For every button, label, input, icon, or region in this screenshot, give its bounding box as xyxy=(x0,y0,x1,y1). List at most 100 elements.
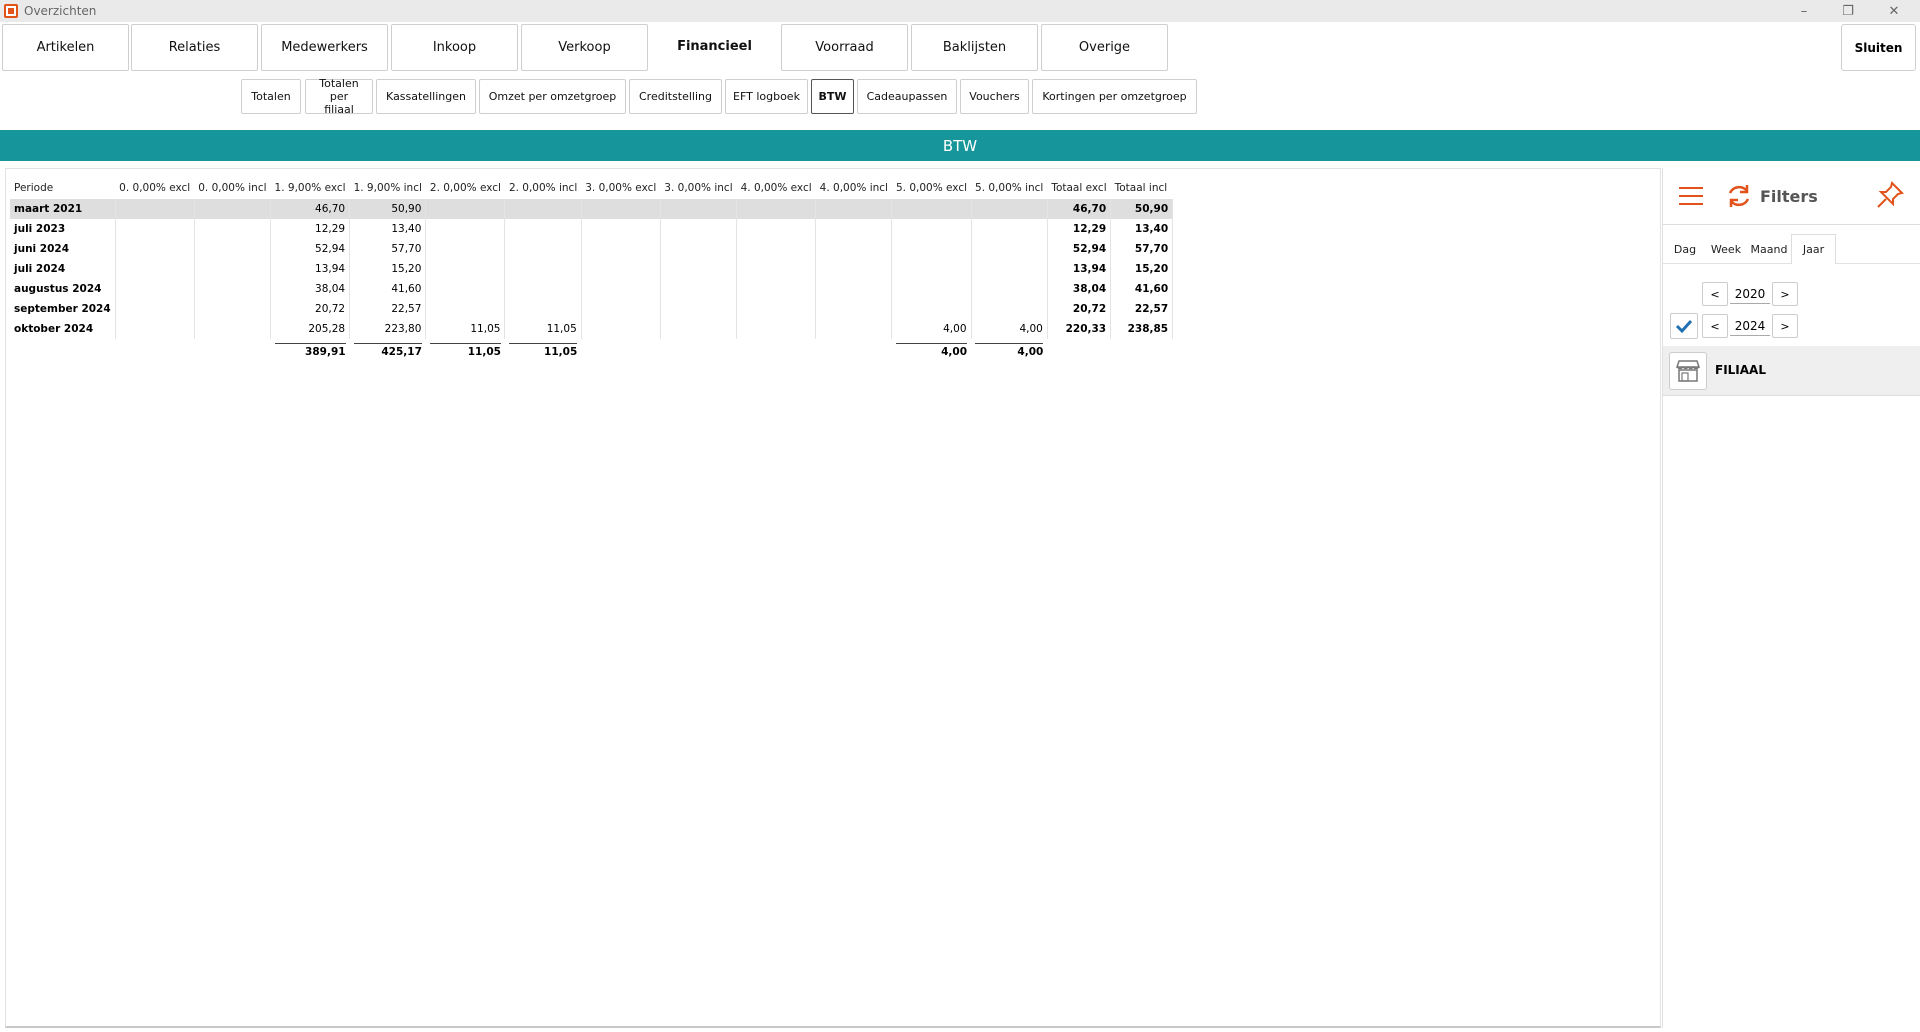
table-row[interactable]: juli 2023 12,29 13,40 12,29 13,40 xyxy=(10,219,1174,239)
column-header[interactable]: 2. 0,00% excl xyxy=(426,177,505,199)
to-year-checkbox[interactable] xyxy=(1670,313,1698,339)
value-cell xyxy=(115,239,195,259)
tab-verkoop[interactable]: Verkoop xyxy=(521,24,648,71)
value-cell xyxy=(971,239,1048,259)
value-cell xyxy=(736,219,817,239)
close-window-icon[interactable]: ✕ xyxy=(1876,0,1912,22)
value-cell xyxy=(660,199,738,219)
table-row[interactable]: oktober 2024 205,28 223,80 11,05 11,05 4,00 4,… xyxy=(10,319,1174,339)
filiaal-filter[interactable]: FILIAAL xyxy=(1663,346,1920,396)
value-cell xyxy=(736,239,817,259)
tab-medewerkers[interactable]: Medewerkers xyxy=(261,24,388,71)
value-cell xyxy=(815,199,893,219)
column-header[interactable]: 5. 0,00% excl xyxy=(892,177,971,199)
value-cell xyxy=(581,299,661,319)
value-cell: 15,20 xyxy=(1110,259,1174,279)
table-row[interactable]: juni 2024 52,94 57,70 52,94 57,70 xyxy=(10,239,1174,259)
column-header[interactable]: 2. 0,00% incl xyxy=(505,177,581,199)
subtab-vouchers[interactable]: Vouchers xyxy=(960,79,1029,114)
tab-overige[interactable]: Overige xyxy=(1041,24,1168,71)
period-cell: maart 2021 xyxy=(10,199,116,219)
column-header[interactable]: Totaal incl xyxy=(1111,177,1173,199)
column-header[interactable]: 3. 0,00% incl xyxy=(660,177,736,199)
column-header[interactable]: 0. 0,00% excl xyxy=(115,177,194,199)
total-cell xyxy=(1047,339,1110,359)
sluiten-button[interactable]: Sluiten xyxy=(1841,24,1916,71)
minimize-icon[interactable]: – xyxy=(1786,0,1822,22)
column-header[interactable]: 1. 9,00% incl xyxy=(350,177,426,199)
column-header[interactable]: 4. 0,00% incl xyxy=(816,177,892,199)
totals-row: 389,91 425,17 11,05 11,05 4,00 4,00 xyxy=(10,339,1173,359)
column-header[interactable]: 1. 9,00% excl xyxy=(271,177,350,199)
value-cell xyxy=(115,199,195,219)
value-cell: 38,04 xyxy=(1047,279,1112,299)
subtab-omzet-per-omzetgroep[interactable]: Omzet per omzetgroep xyxy=(479,79,626,114)
period-tab-jaar[interactable]: Jaar xyxy=(1791,234,1836,264)
value-cell: 38,04 xyxy=(270,279,351,299)
value-cell xyxy=(581,319,661,339)
total-cell xyxy=(194,339,270,359)
refresh-icon[interactable] xyxy=(1725,182,1753,210)
tab-voorraad[interactable]: Voorraad xyxy=(781,24,908,71)
period-tab-maand[interactable]: Maand xyxy=(1749,234,1789,264)
window-title: Overzichten xyxy=(24,4,97,18)
subtab-totalen-per-filiaal[interactable]: Totalen per filiaal xyxy=(305,77,373,116)
column-header[interactable]: 4. 0,00% excl xyxy=(737,177,816,199)
value-cell xyxy=(815,239,893,259)
period-tab-dag[interactable]: Dag xyxy=(1667,234,1703,264)
period-cell: juli 2024 xyxy=(10,259,116,279)
total-value: 11,05 xyxy=(508,343,578,358)
value-cell: 57,70 xyxy=(1110,239,1174,259)
column-header[interactable]: 5. 0,00% incl xyxy=(971,177,1047,199)
from-year-prev-button[interactable]: < xyxy=(1702,282,1728,306)
to-year-next-button[interactable]: > xyxy=(1772,314,1798,338)
value-cell xyxy=(504,239,582,259)
table-row[interactable]: maart 2021 46,70 50,90 46,70 50,90 xyxy=(10,199,1174,219)
column-header[interactable]: Totaal excl xyxy=(1047,177,1110,199)
tab-baklijsten[interactable]: Baklijsten xyxy=(911,24,1038,71)
total-cell xyxy=(1111,339,1173,359)
subtab-btw[interactable]: BTW xyxy=(811,79,854,114)
tab-financieel[interactable]: Financieel xyxy=(651,24,778,71)
subtab-totalen[interactable]: Totalen xyxy=(241,79,301,114)
value-cell: 4,00 xyxy=(891,319,972,339)
value-cell xyxy=(971,219,1048,239)
tab-inkoop[interactable]: Inkoop xyxy=(391,24,518,71)
to-year-value[interactable]: 2024 xyxy=(1730,316,1770,336)
pin-icon[interactable] xyxy=(1875,180,1905,210)
value-cell xyxy=(425,199,506,219)
column-header[interactable]: 0. 0,00% incl xyxy=(194,177,270,199)
subtab-kassatellingen[interactable]: Kassatellingen xyxy=(376,79,476,114)
value-cell: 12,29 xyxy=(1047,219,1112,239)
restore-icon[interactable]: ❐ xyxy=(1830,0,1866,22)
to-year-prev-button[interactable]: < xyxy=(1702,314,1728,338)
subtab-creditstelling[interactable]: Creditstelling xyxy=(629,79,722,114)
from-year-next-button[interactable]: > xyxy=(1772,282,1798,306)
value-cell xyxy=(971,299,1048,319)
column-header[interactable]: 3. 0,00% excl xyxy=(581,177,660,199)
tab-artikelen[interactable]: Artikelen xyxy=(2,24,129,71)
value-cell: 13,94 xyxy=(270,259,351,279)
value-cell xyxy=(815,299,893,319)
subtab-kortingen-per-omzetgroep[interactable]: Kortingen per omzetgroep xyxy=(1032,79,1197,114)
from-year-value[interactable]: 2020 xyxy=(1730,284,1770,304)
title-bar: Overzichten – ❐ ✕ xyxy=(0,0,1920,22)
value-cell xyxy=(194,279,272,299)
table-row[interactable]: juli 2024 13,94 15,20 13,94 15,20 xyxy=(10,259,1174,279)
column-header[interactable]: Periode xyxy=(10,177,115,199)
value-cell xyxy=(504,299,582,319)
period-tab-week[interactable]: Week xyxy=(1705,234,1747,264)
from-year-row: < 2020 > xyxy=(1663,280,1920,308)
period-cell: juni 2024 xyxy=(10,239,116,259)
menu-icon[interactable] xyxy=(1679,187,1703,205)
total-value: 11,05 xyxy=(429,343,501,358)
table-row[interactable]: augustus 2024 38,04 41,60 38,04 41,60 xyxy=(10,279,1174,299)
tab-relaties[interactable]: Relaties xyxy=(131,24,258,71)
period-cell: oktober 2024 xyxy=(10,319,116,339)
value-cell xyxy=(504,279,582,299)
subtab-eft-logboek[interactable]: EFT logboek xyxy=(725,79,808,114)
subtab-cadeaupassen[interactable]: Cadeaupassen xyxy=(857,79,957,114)
value-cell xyxy=(194,199,272,219)
table-row[interactable]: september 2024 20,72 22,57 20,72 22,57 xyxy=(10,299,1174,319)
value-cell xyxy=(504,199,582,219)
